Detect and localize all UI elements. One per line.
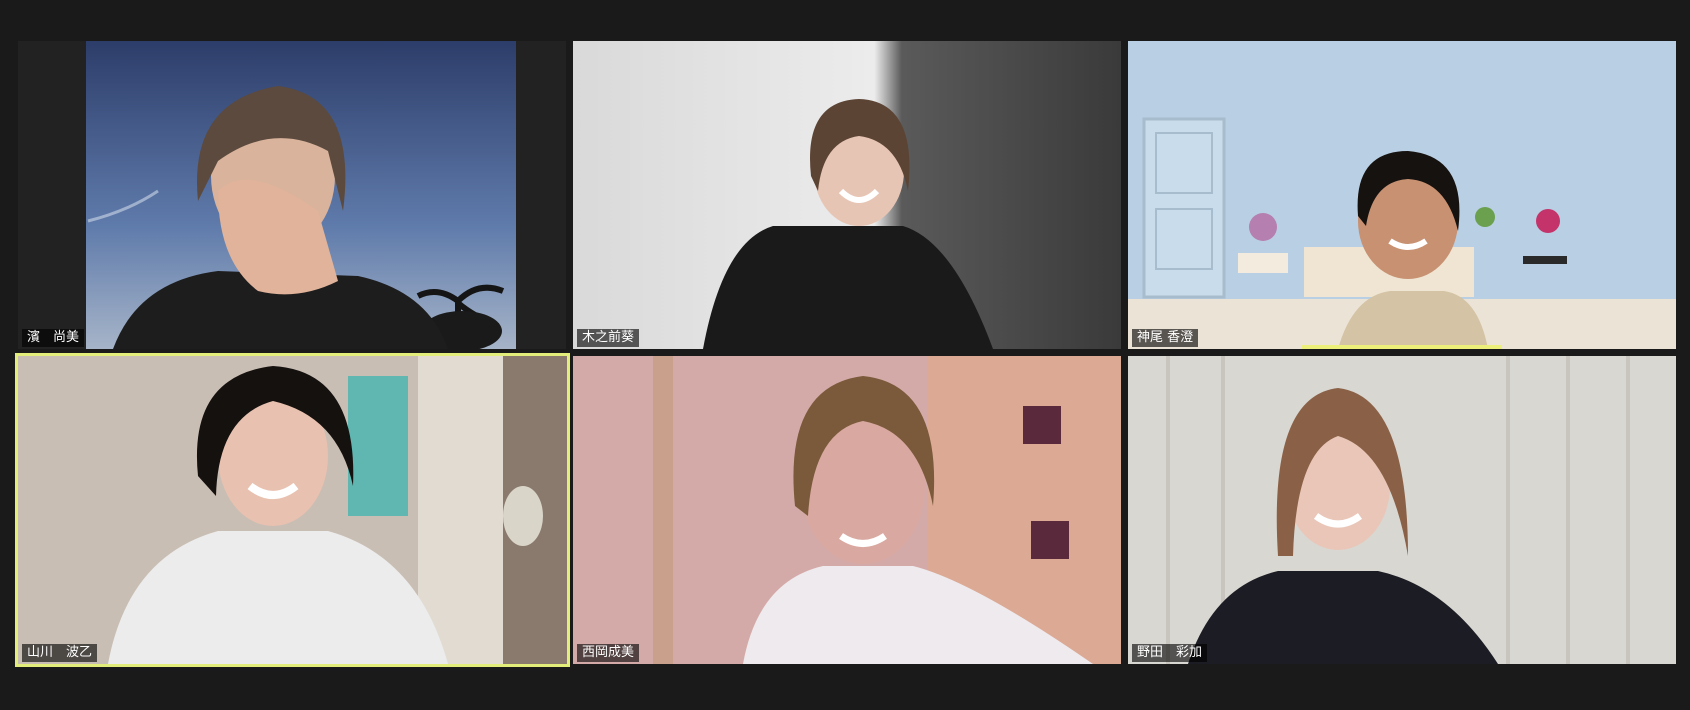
- participant-tile-2[interactable]: 木之前葵: [573, 41, 1121, 349]
- participant-name-label: 神尾 香澄: [1132, 329, 1199, 347]
- participant-tile-1[interactable]: 濱 尚美: [18, 41, 566, 349]
- participant-tile-3[interactable]: 神尾 香澄: [1128, 41, 1676, 349]
- video-grid: 濱 尚美 木之前葵 神尾 香澄 山川 波乙 西岡成美 野田 彩加: [0, 0, 1690, 710]
- speaking-indicator: [1302, 345, 1502, 349]
- participant-video: [18, 356, 567, 664]
- participant-name-label: 木之前葵: [577, 329, 640, 347]
- participant-tile-6[interactable]: 野田 彩加: [1128, 356, 1676, 664]
- participant-tile-4[interactable]: 山川 波乙: [15, 353, 570, 667]
- participant-video: [1128, 356, 1676, 664]
- participant-name-label: 野田 彩加: [1132, 644, 1208, 662]
- participant-video: [573, 356, 1121, 664]
- participant-name-label: 山川 波乙: [22, 644, 98, 662]
- participant-tile-5[interactable]: 西岡成美: [573, 356, 1121, 664]
- participant-video: [18, 41, 566, 349]
- participant-video: [573, 41, 1121, 349]
- participant-name-label: 濱 尚美: [22, 329, 85, 347]
- participant-name-label: 西岡成美: [577, 644, 640, 662]
- participant-video: [1128, 41, 1676, 349]
